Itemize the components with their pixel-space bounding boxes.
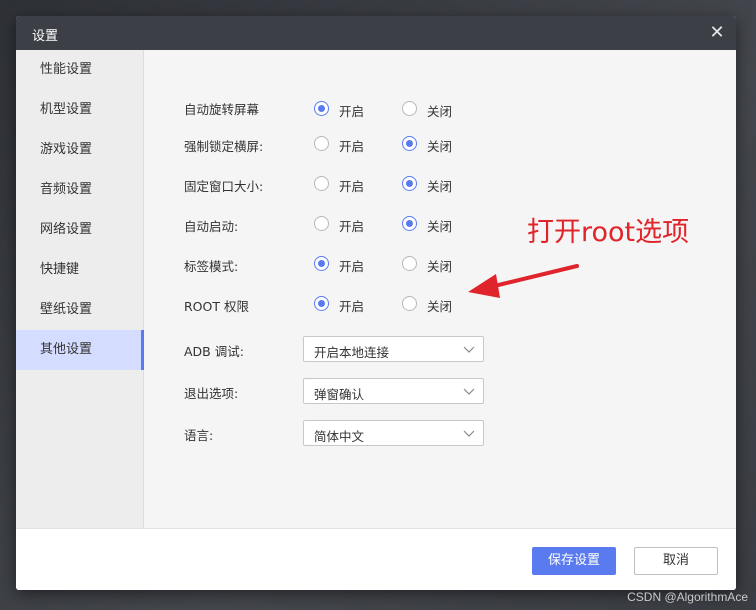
root-permission-off-radio[interactable] [402, 296, 417, 311]
auto-rotate-off-radio[interactable] [402, 101, 417, 116]
language-label: 语言: [184, 428, 214, 443]
adb-debug-value: 开启本地连接 [314, 345, 390, 360]
tab-mode-on-radio[interactable] [314, 256, 329, 271]
fixed-window-on-label: 开启 [339, 179, 365, 194]
sidebar-item-other[interactable]: 其他设置 [16, 330, 144, 370]
tab-mode-label: 标签模式: [184, 259, 239, 274]
tab-mode-off-label: 关闭 [427, 259, 453, 274]
auto-rotate-off-label: 关闭 [427, 104, 453, 119]
fixed-window-on-radio[interactable] [314, 176, 329, 191]
force-landscape-off-label: 关闭 [427, 139, 453, 154]
sidebar-item-model[interactable]: 机型设置 [16, 90, 144, 130]
sidebar-item-audio[interactable]: 音频设置 [16, 170, 144, 210]
auto-start-off-label: 关闭 [427, 219, 453, 234]
language-value: 简体中文 [314, 429, 365, 444]
tab-mode-off-radio[interactable] [402, 256, 417, 271]
root-permission-on-radio[interactable] [314, 296, 329, 311]
force-landscape-off-radio[interactable] [402, 136, 417, 151]
adb-debug-label: ADB 调试: [184, 344, 244, 359]
auto-rotate-on-label: 开启 [339, 104, 365, 119]
sidebar-item-performance[interactable]: 性能设置 [16, 50, 144, 90]
annotation-text: 打开root选项 [527, 217, 690, 248]
fixed-window-label: 固定窗口大小: [184, 179, 264, 194]
chevron-down-icon [463, 388, 475, 395]
sidebar-item-game[interactable]: 游戏设置 [16, 130, 144, 170]
auto-rotate-label: 自动旋转屏幕 [184, 102, 260, 117]
language-select[interactable]: 简体中文 [303, 420, 484, 446]
dialog-titlebar: 设置 ✕ [16, 16, 736, 50]
settings-sidebar: 性能设置 机型设置 游戏设置 音频设置 网络设置 快捷键 壁纸设置 其他设置 [16, 50, 144, 528]
adb-debug-select[interactable]: 开启本地连接 [303, 336, 484, 362]
sidebar-item-network[interactable]: 网络设置 [16, 210, 144, 250]
root-permission-label: ROOT 权限 [184, 299, 249, 314]
dialog-footer: 保存设置 取消 [16, 528, 736, 590]
auto-start-off-radio[interactable] [402, 216, 417, 231]
force-landscape-on-label: 开启 [339, 139, 365, 154]
settings-content: 自动旋转屏幕 开启 关闭 强制锁定横屏: 开启 关闭 固定窗口大小: 开启 关闭… [144, 50, 736, 528]
settings-dialog: 设置 ✕ 性能设置 机型设置 游戏设置 音频设置 网络设置 快捷键 壁纸设置 其… [16, 16, 736, 590]
close-icon[interactable]: ✕ [706, 22, 728, 44]
chevron-down-icon [463, 430, 475, 437]
watermark: CSDN @AlgorithmAce [627, 590, 748, 604]
exit-option-label: 退出选项: [184, 386, 239, 401]
sidebar-item-wallpaper[interactable]: 壁纸设置 [16, 290, 144, 330]
force-landscape-label: 强制锁定横屏: [184, 139, 264, 154]
chevron-down-icon [463, 346, 475, 353]
root-permission-off-label: 关闭 [427, 299, 453, 314]
exit-option-select[interactable]: 弹窗确认 [303, 378, 484, 404]
tab-mode-on-label: 开启 [339, 259, 365, 274]
force-landscape-on-radio[interactable] [314, 136, 329, 151]
auto-start-on-label: 开启 [339, 219, 365, 234]
root-permission-on-label: 开启 [339, 299, 365, 314]
dialog-title: 设置 [32, 29, 59, 44]
annotation-arrow-icon [468, 264, 579, 298]
exit-option-value: 弹窗确认 [314, 387, 365, 402]
auto-start-on-radio[interactable] [314, 216, 329, 231]
sidebar-item-shortcuts[interactable]: 快捷键 [16, 250, 144, 290]
cancel-button[interactable]: 取消 [634, 547, 718, 575]
fixed-window-off-radio[interactable] [402, 176, 417, 191]
auto-rotate-on-radio[interactable] [314, 101, 329, 116]
fixed-window-off-label: 关闭 [427, 179, 453, 194]
auto-start-label: 自动启动: [184, 219, 239, 234]
save-button[interactable]: 保存设置 [532, 547, 616, 575]
